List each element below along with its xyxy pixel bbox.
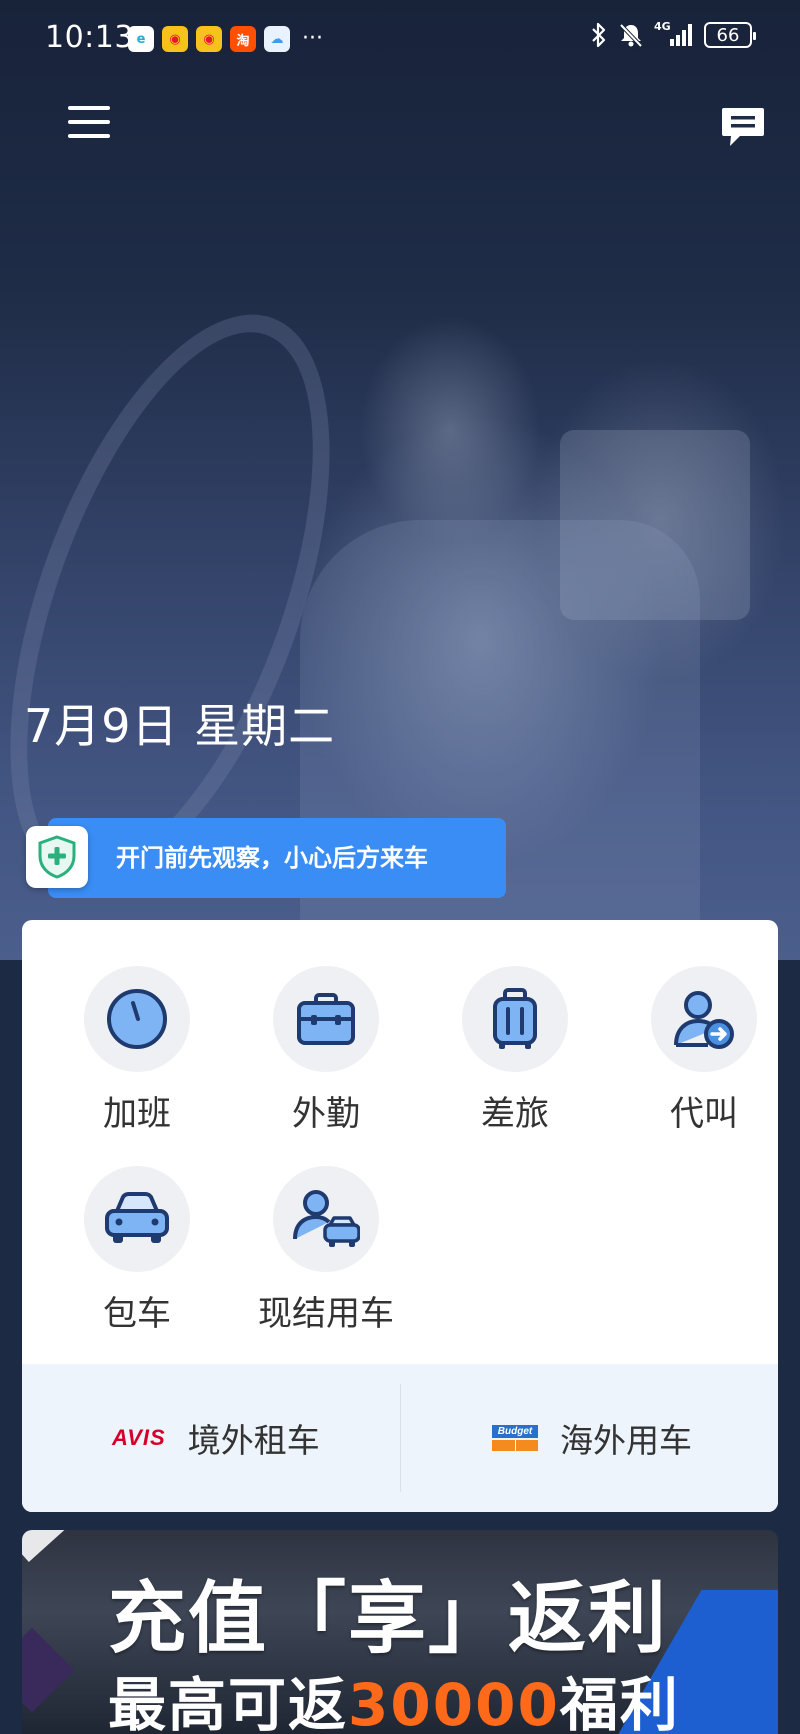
weibo-icon: ◉ <box>162 26 188 52</box>
hamburger-line <box>68 134 110 138</box>
weather-icon: ☁ <box>264 26 290 52</box>
avis-logo: AVIS <box>112 1425 166 1450</box>
service-label: 外勤 <box>292 1094 360 1134</box>
hero-background <box>0 0 800 960</box>
banner-sub-prefix: 最高可返 <box>108 1671 349 1734</box>
partner-avis[interactable]: AVIS 境外租车 <box>112 1364 320 1512</box>
battery-indicator: 66 <box>704 22 756 48</box>
service-icon-bg <box>273 1166 379 1272</box>
service-pay-on-spot[interactable]: 现结用车 <box>241 1166 411 1335</box>
more-notifications-icon: ··· <box>302 26 323 51</box>
message-icon[interactable] <box>720 104 766 150</box>
briefcase-icon <box>297 993 355 1045</box>
hero-decor-window <box>560 430 750 620</box>
banner-sub-suffix: 福利 <box>559 1671 680 1734</box>
service-icon-bg <box>462 966 568 1072</box>
banner-decor-corner <box>22 1627 75 1713</box>
banner-sub-amount: 30000 <box>348 1671 560 1734</box>
signal-4g-icon: 4G <box>654 20 694 48</box>
bluetooth-icon <box>592 22 606 48</box>
partner-label: 海外用车 <box>560 1421 692 1460</box>
clock-icon <box>107 989 167 1049</box>
status-time: 10:13 <box>45 20 134 55</box>
user-car-icon <box>293 1190 360 1247</box>
banner-title: 充值「享」返利 <box>108 1574 669 1664</box>
hamburger-line <box>68 120 110 124</box>
service-icon-bg <box>651 966 757 1072</box>
status-bar: 10:13 e ◉ ◉ 淘 ☁ ··· 4G 66 <box>0 0 800 80</box>
status-indicators: 4G 66 <box>590 20 756 48</box>
safety-shield-badge <box>26 826 88 888</box>
service-label: 代叫 <box>670 1094 738 1134</box>
mute-bell-icon <box>619 23 643 48</box>
service-overtime[interactable]: 加班 <box>52 966 222 1135</box>
service-charter[interactable]: 包车 <box>52 1166 222 1335</box>
app-e-icon: e <box>128 26 154 52</box>
banner-decor-stripe <box>22 1530 193 1563</box>
date-label: 7月9日 星期二 <box>24 699 336 753</box>
promo-banner[interactable]: 充值「享」返利 最高可返30000福利 <box>22 1530 778 1734</box>
service-business-trip[interactable]: 差旅 <box>430 966 600 1135</box>
budget-logo-text: Budget <box>492 1425 538 1438</box>
service-icon-bg <box>84 1166 190 1272</box>
notification-icons: e ◉ ◉ 淘 ☁ ··· <box>128 26 323 52</box>
partner-row: AVIS 境外租车 Budget 海外用车 <box>22 1364 778 1512</box>
weibo-icon: ◉ <box>196 26 222 52</box>
service-icon-bg <box>84 966 190 1072</box>
service-label: 加班 <box>103 1094 171 1134</box>
service-label: 现结用车 <box>258 1294 394 1334</box>
partner-label: 境外租车 <box>187 1421 320 1460</box>
budget-logo-stripe <box>492 1440 538 1451</box>
car-icon <box>105 1192 169 1243</box>
service-call-for-others[interactable]: 代叫 <box>619 966 778 1135</box>
service-label: 差旅 <box>481 1094 549 1134</box>
partner-budget[interactable]: Budget 海外用车 <box>492 1364 692 1512</box>
banner-subtitle: 最高可返30000福利 <box>108 1670 680 1734</box>
services-card: 加班 外勤 差旅 代叫 包车 现结用车 AVIS 境外租车 Budget 海外用… <box>22 920 778 1512</box>
budget-logo: Budget <box>492 1423 538 1453</box>
user-forward-icon <box>674 991 734 1049</box>
luggage-icon <box>493 988 537 1049</box>
hamburger-line <box>68 106 110 110</box>
taobao-icon: 淘 <box>230 26 256 52</box>
partner-divider <box>400 1384 401 1492</box>
safety-tip-text: 开门前先观察，小心后方来车 <box>116 844 428 872</box>
service-field-work[interactable]: 外勤 <box>241 966 411 1135</box>
shield-plus-icon <box>38 835 76 879</box>
service-icon-bg <box>273 966 379 1072</box>
service-label: 包车 <box>103 1294 171 1334</box>
menu-button[interactable] <box>68 106 110 146</box>
